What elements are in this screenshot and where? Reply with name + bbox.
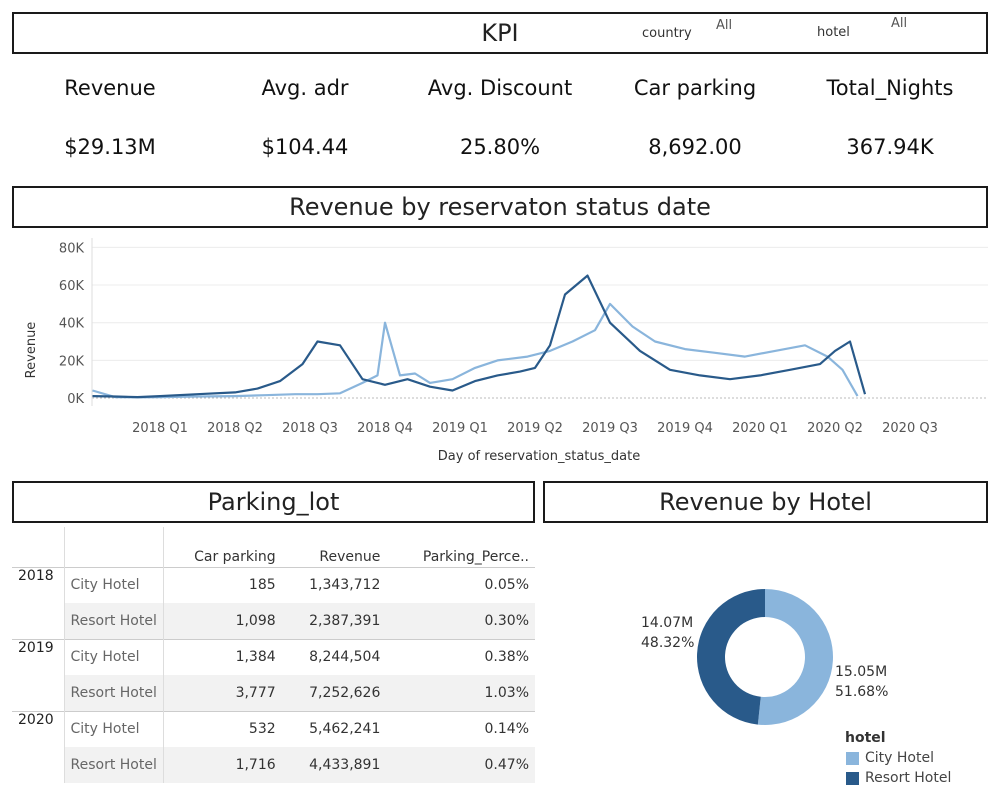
hotel-cell: Resort Hotel [64,675,164,711]
parking-percent-cell: 0.47% [386,747,535,783]
resort-value-label: 14.07M [641,615,693,631]
series-line-resort-hotel[interactable] [92,274,867,399]
revenue-chart-title: Revenue by reservaton status date [289,193,711,221]
x-tick-label: 2018 Q3 [282,421,338,436]
y-tick-label: 0K [67,392,84,407]
hotel-cell: City Hotel [64,566,164,603]
kpi-discount-label: Avg. Discount [427,76,573,100]
col-car-parking[interactable]: Car parking [163,527,281,567]
hotel-filter-label: hotel [817,25,850,40]
parking-table: Car parking Revenue Parking_Perce.. 2018… [12,527,535,783]
car-parking-cell: 1,384 [163,638,282,675]
parking-percent-cell: 1.03% [386,675,535,711]
legend-swatch-city-hotel [846,752,859,765]
country-filter-value[interactable]: All [716,18,732,33]
legend-swatch-resort-hotel [846,772,859,785]
x-tick-label: 2019 Q1 [432,421,488,436]
car-parking-cell: 1,098 [163,603,282,639]
country-filter-label: country [642,26,692,41]
y-axis-label: Revenue [24,322,39,379]
kpi-revenue-label: Revenue [64,76,156,100]
col-hotel [64,527,164,567]
x-tick-label: 2018 Q4 [357,421,413,436]
hotel-chart-header: Revenue by Hotel [543,481,988,523]
table-row[interactable]: 2020 City Hotel 532 5,462,241 0.14% [12,710,535,783]
parking-percent-cell: 0.38% [386,638,535,675]
x-tick-label: 2020 Q3 [882,421,938,436]
hotel-chart-title: Revenue by Hotel [659,488,872,516]
legend-resort-hotel[interactable]: Resort Hotel [865,770,951,786]
x-tick-label: 2019 Q3 [582,421,638,436]
kpi-discount-value: 25.80% [459,135,541,159]
year-cell: 2019 [12,638,65,711]
kpi-parking-value: 8,692.00 [648,135,742,159]
revenue-cell: 8,244,504 [281,638,387,675]
kpi-nights-label: Total_Nights [826,76,954,100]
revenue-cell: 7,252,626 [281,675,387,711]
parking-percent-cell: 0.05% [386,566,535,603]
table-row[interactable]: Resort Hotel 1,098 2,387,391 0.30% [12,603,535,639]
kpi-adr-label: Avg. adr [261,76,349,100]
donut-slice-resort-hotel[interactable] [697,589,765,725]
hotel-filter-value[interactable]: All [891,16,907,31]
revenue-by-hotel-donut: 14.07M 48.32% 15.05M 51.68% [641,589,888,725]
x-axis-label: Day of reservation_status_date [438,449,640,464]
car-parking-cell: 532 [163,710,282,747]
city-percent-label: 51.68% [835,684,888,700]
x-tick-label: 2020 Q2 [807,421,863,436]
legend-city-hotel[interactable]: City Hotel [865,750,934,766]
hotel-cell: Resort Hotel [64,603,164,639]
hotel-cell: Resort Hotel [64,747,164,783]
revenue-chart-header: Revenue by reservaton status date [12,186,988,228]
revenue-cell: 4,433,891 [281,747,387,783]
col-revenue[interactable]: Revenue [282,527,387,567]
x-tick-label: 2018 Q1 [132,421,188,436]
series-line-city-hotel[interactable] [92,302,859,399]
y-tick-label: 60K [59,279,85,294]
hotel-cell: City Hotel [64,638,164,675]
table-row[interactable]: Resort Hotel 1,716 4,433,891 0.47% [12,747,535,783]
kpi-nights-value: 367.94K [846,135,934,159]
resort-percent-label: 48.32% [641,635,694,651]
y-tick-label: 40K [59,317,85,332]
parking-percent-cell: 0.14% [386,710,535,747]
revenue-line-chart: 0K 20K 40K 60K 80K 2018 Q1 2018 Q2 2018 Q3 2018… [24,238,988,464]
car-parking-cell: 185 [163,566,282,603]
parking-percent-cell: 0.30% [386,603,535,639]
table-row[interactable]: 2018 City Hotel 185 1,343,712 0.05% [12,566,535,639]
table-row[interactable]: Resort Hotel 3,777 7,252,626 1.03% [12,675,535,711]
city-value-label: 15.05M [835,664,887,680]
year-cell: 2018 [12,566,65,639]
parking-header: Parking_lot [12,481,535,523]
car-parking-cell: 3,777 [163,675,282,711]
revenue-cell: 1,343,712 [281,566,387,603]
kpi-adr-value: $104.44 [261,135,349,159]
revenue-cell: 2,387,391 [281,603,387,639]
x-tick-label: 2019 Q2 [507,421,563,436]
x-tick-label: 2020 Q1 [732,421,788,436]
donut-slice-city-hotel[interactable] [757,589,834,725]
x-tick-label: 2018 Q2 [207,421,263,436]
revenue-cell: 5,462,241 [281,710,387,747]
hotel-cell: City Hotel [64,710,164,747]
x-tick-label: 2019 Q4 [657,421,713,436]
kpi-revenue-value: $29.13M [64,135,156,159]
y-tick-label: 80K [59,241,85,256]
y-tick-label: 20K [59,354,85,369]
col-year [12,527,65,567]
parking-title: Parking_lot [207,488,340,516]
car-parking-cell: 1,716 [163,747,282,783]
table-row[interactable]: 2019 City Hotel 1,384 8,244,504 0.38% [12,638,535,711]
col-parking-percent[interactable]: Parking_Perce.. [386,527,535,567]
legend-title: hotel [845,730,886,746]
kpi-title: KPI [481,19,519,47]
kpi-parking-label: Car parking [633,76,757,100]
year-cell: 2020 [12,710,65,783]
